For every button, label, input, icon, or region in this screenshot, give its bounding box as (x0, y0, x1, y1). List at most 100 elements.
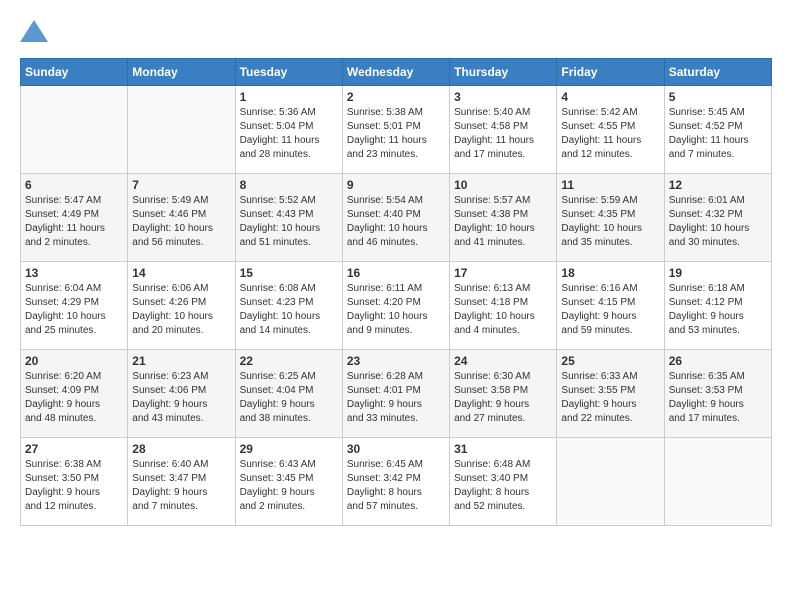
day-number: 4 (561, 90, 659, 104)
day-number: 12 (669, 178, 767, 192)
day-number: 8 (240, 178, 338, 192)
day-content: Sunrise: 5:38 AMSunset: 5:01 PMDaylight:… (347, 106, 445, 162)
calendar-week-row: 27 Sunrise: 6:38 AMSunset: 3:50 PMDayligh… (21, 438, 772, 526)
calendar-week-row: 1 Sunrise: 5:36 AMSunset: 5:04 PMDaylight… (21, 86, 772, 174)
day-number: 3 (454, 90, 552, 104)
calendar-cell: 6 Sunrise: 5:47 AMSunset: 4:49 PMDaylight… (21, 174, 128, 262)
header-day-tuesday: Tuesday (235, 59, 342, 86)
day-number: 31 (454, 442, 552, 456)
day-number: 1 (240, 90, 338, 104)
day-number: 10 (454, 178, 552, 192)
day-number: 20 (25, 354, 123, 368)
calendar-cell: 30 Sunrise: 6:45 AMSunset: 3:42 PMDayligh… (342, 438, 449, 526)
header-day-monday: Monday (128, 59, 235, 86)
day-content: Sunrise: 5:52 AMSunset: 4:43 PMDaylight:… (240, 194, 338, 250)
header-day-sunday: Sunday (21, 59, 128, 86)
calendar-cell: 29Sunrise: 6:43 AMSunset: 3:45 PMDayligh… (235, 438, 342, 526)
calendar-cell: 18 Sunrise: 6:16 AMSunset: 4:15 PMDayligh… (557, 262, 664, 350)
day-content: Sunrise: 6:08 AMSunset: 4:23 PMDaylight:… (240, 282, 338, 338)
calendar-cell: 7 Sunrise: 5:49 AMSunset: 4:46 PMDaylight… (128, 174, 235, 262)
day-content: Sunrise: 6:11 AMSunset: 4:20 PMDaylight:… (347, 282, 445, 338)
day-number: 14 (132, 266, 230, 280)
day-number: 15 (240, 266, 338, 280)
day-content: Sunrise: 5:36 AMSunset: 5:04 PMDaylight:… (240, 106, 338, 162)
day-content: Sunrise: 5:47 AMSunset: 4:49 PMDaylight:… (25, 194, 123, 250)
day-content: Sunrise: 6:06 AMSunset: 4:26 PMDaylight:… (132, 282, 230, 338)
day-content: Sunrise: 6:04 AMSunset: 4:29 PMDaylight:… (25, 282, 123, 338)
day-number: 30 (347, 442, 445, 456)
calendar-week-row: 20 Sunrise: 6:20 AMSunset: 4:09 PMDayligh… (21, 350, 772, 438)
calendar-header-row: SundayMondayTuesdayWednesdayThursdayFrid… (21, 59, 772, 86)
calendar-cell: 12 Sunrise: 6:01 AMSunset: 4:32 PMDayligh… (664, 174, 771, 262)
day-content: Sunrise: 5:42 AMSunset: 4:55 PMDaylight:… (561, 106, 659, 162)
calendar-cell: 20 Sunrise: 6:20 AMSunset: 4:09 PMDayligh… (21, 350, 128, 438)
calendar-cell: 1 Sunrise: 5:36 AMSunset: 5:04 PMDaylight… (235, 86, 342, 174)
calendar-cell: 8 Sunrise: 5:52 AMSunset: 4:43 PMDaylight… (235, 174, 342, 262)
day-content: Sunrise: 5:54 AMSunset: 4:40 PMDaylight:… (347, 194, 445, 250)
header-day-friday: Friday (557, 59, 664, 86)
day-content: Sunrise: 6:01 AMSunset: 4:32 PMDaylight:… (669, 194, 767, 250)
calendar-week-row: 13 Sunrise: 6:04 AMSunset: 4:29 PMDayligh… (21, 262, 772, 350)
day-content: Sunrise: 6:13 AMSunset: 4:18 PMDaylight:… (454, 282, 552, 338)
day-content: Sunrise: 5:49 AMSunset: 4:46 PMDaylight:… (132, 194, 230, 250)
day-number: 19 (669, 266, 767, 280)
day-number: 7 (132, 178, 230, 192)
day-number: 16 (347, 266, 445, 280)
day-number: 13 (25, 266, 123, 280)
day-number: 18 (561, 266, 659, 280)
calendar-cell: 10 Sunrise: 5:57 AMSunset: 4:38 PMDayligh… (450, 174, 557, 262)
calendar-cell: 21 Sunrise: 6:23 AMSunset: 4:06 PMDayligh… (128, 350, 235, 438)
day-content: Sunrise: 6:25 AMSunset: 4:04 PMDaylight:… (240, 370, 338, 426)
day-content: Sunrise: 5:57 AMSunset: 4:38 PMDaylight:… (454, 194, 552, 250)
calendar-cell: 15 Sunrise: 6:08 AMSunset: 4:23 PMDayligh… (235, 262, 342, 350)
header-day-saturday: Saturday (664, 59, 771, 86)
header-day-wednesday: Wednesday (342, 59, 449, 86)
day-number: 6 (25, 178, 123, 192)
day-number: 23 (347, 354, 445, 368)
calendar-cell: 22 Sunrise: 6:25 AMSunset: 4:04 PMDayligh… (235, 350, 342, 438)
day-number: 21 (132, 354, 230, 368)
day-content: Sunrise: 6:48 AMSunset: 3:40 PMDaylight:… (454, 458, 552, 514)
calendar-cell (128, 86, 235, 174)
calendar-cell: 14 Sunrise: 6:06 AMSunset: 4:26 PMDayligh… (128, 262, 235, 350)
calendar-cell: 13 Sunrise: 6:04 AMSunset: 4:29 PMDayligh… (21, 262, 128, 350)
calendar-cell: 23Sunrise: 6:28 AMSunset: 4:01 PMDayligh… (342, 350, 449, 438)
day-content: Sunrise: 6:35 AMSunset: 3:53 PMDaylight:… (669, 370, 767, 426)
logo-icon (20, 20, 48, 42)
day-content: Sunrise: 6:16 AMSunset: 4:15 PMDaylight:… (561, 282, 659, 338)
day-number: 26 (669, 354, 767, 368)
day-content: Sunrise: 5:45 AMSunset: 4:52 PMDaylight:… (669, 106, 767, 162)
calendar-cell: 24 Sunrise: 6:30 AMSunset: 3:58 PMDayligh… (450, 350, 557, 438)
calendar-cell (664, 438, 771, 526)
calendar-cell: 3 Sunrise: 5:40 AMSunset: 4:58 PMDaylight… (450, 86, 557, 174)
calendar-cell: 2 Sunrise: 5:38 AMSunset: 5:01 PMDaylight… (342, 86, 449, 174)
day-number: 24 (454, 354, 552, 368)
day-content: Sunrise: 6:45 AMSunset: 3:42 PMDaylight:… (347, 458, 445, 514)
day-content: Sunrise: 6:18 AMSunset: 4:12 PMDaylight:… (669, 282, 767, 338)
day-number: 29 (240, 442, 338, 456)
calendar-cell: 16 Sunrise: 6:11 AMSunset: 4:20 PMDayligh… (342, 262, 449, 350)
day-content: Sunrise: 6:38 AMSunset: 3:50 PMDaylight:… (25, 458, 123, 514)
calendar-table: SundayMondayTuesdayWednesdayThursdayFrid… (20, 58, 772, 526)
day-content: Sunrise: 5:59 AMSunset: 4:35 PMDaylight:… (561, 194, 659, 250)
day-number: 27 (25, 442, 123, 456)
header-day-thursday: Thursday (450, 59, 557, 86)
calendar-cell: 27 Sunrise: 6:38 AMSunset: 3:50 PMDayligh… (21, 438, 128, 526)
logo (20, 20, 52, 42)
day-content: Sunrise: 6:23 AMSunset: 4:06 PMDaylight:… (132, 370, 230, 426)
calendar-cell: 28Sunrise: 6:40 AMSunset: 3:47 PMDayligh… (128, 438, 235, 526)
day-number: 28 (132, 442, 230, 456)
calendar-cell: 26 Sunrise: 6:35 AMSunset: 3:53 PMDayligh… (664, 350, 771, 438)
calendar-cell: 5Sunrise: 5:45 AMSunset: 4:52 PMDaylight… (664, 86, 771, 174)
calendar-cell (21, 86, 128, 174)
calendar-cell: 31 Sunrise: 6:48 AMSunset: 3:40 PMDayligh… (450, 438, 557, 526)
day-number: 25 (561, 354, 659, 368)
calendar-cell (557, 438, 664, 526)
day-content: Sunrise: 6:30 AMSunset: 3:58 PMDaylight:… (454, 370, 552, 426)
calendar-cell: 4 Sunrise: 5:42 AMSunset: 4:55 PMDaylight… (557, 86, 664, 174)
day-number: 2 (347, 90, 445, 104)
day-content: Sunrise: 5:40 AMSunset: 4:58 PMDaylight:… (454, 106, 552, 162)
day-number: 22 (240, 354, 338, 368)
day-content: Sunrise: 6:20 AMSunset: 4:09 PMDaylight:… (25, 370, 123, 426)
calendar-cell: 17Sunrise: 6:13 AMSunset: 4:18 PMDayligh… (450, 262, 557, 350)
